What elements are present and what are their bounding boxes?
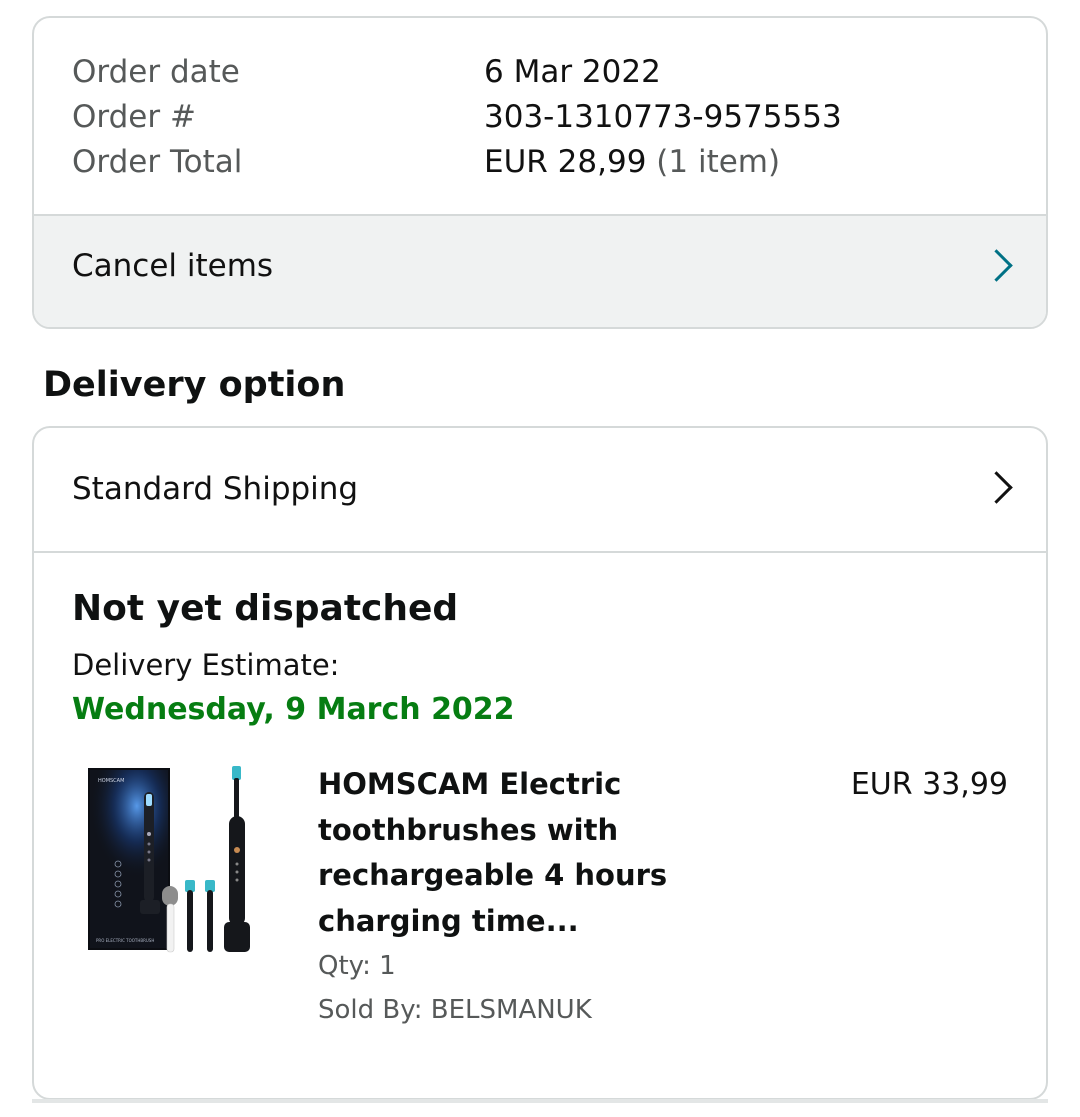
order-total-row: Order Total EUR 28,99 (1 item) <box>72 140 1026 184</box>
product-price: EUR 33,99 <box>850 767 1008 802</box>
cancel-items-label: Cancel items <box>72 248 274 284</box>
cancel-items-button[interactable]: Cancel items <box>34 214 1046 327</box>
order-total-value: EUR 28,99 (1 item) <box>484 140 780 184</box>
order-date-row: Order date 6 Mar 2022 <box>72 50 1026 94</box>
order-number-label: Order # <box>72 99 196 135</box>
product-seller: Sold By: BELSMANUK <box>318 995 592 1025</box>
chevron-right-icon <box>980 249 1013 282</box>
delivery-estimate-label: Delivery Estimate: <box>72 648 340 682</box>
product-quantity: Qty: 1 <box>318 951 396 981</box>
toothbrush-product-image[interactable]: HOMSCAM PRO ELECTRIC TOOTHBRUSH <box>86 764 258 960</box>
order-number-row: Order # 303-1310773-9575553 <box>72 95 1026 139</box>
order-summary-card: Order date 6 Mar 2022 Order # 303-131077… <box>32 16 1048 329</box>
order-number-value: 303-1310773-9575553 <box>484 99 842 135</box>
box-brand-text: HOMSCAM <box>98 778 124 784</box>
delivery-card: Standard Shipping Not yet dispatched Del… <box>32 426 1048 1100</box>
order-date-label: Order date <box>72 54 240 90</box>
bottom-divider <box>32 1099 1048 1103</box>
shipping-method-button[interactable]: Standard Shipping <box>34 428 1046 553</box>
order-details: Order date 6 Mar 2022 Order # 303-131077… <box>34 18 1046 214</box>
shipment-status: Not yet dispatched <box>72 588 459 629</box>
order-item-count: (1 item) <box>656 144 781 180</box>
box-caption-text: PRO ELECTRIC TOOTHBRUSH <box>96 938 154 943</box>
order-total-label: Order Total <box>72 144 243 180</box>
chevron-right-icon <box>980 471 1013 504</box>
delivery-estimate-date: Wednesday, 9 March 2022 <box>72 692 515 727</box>
shipping-method-label: Standard Shipping <box>72 471 359 507</box>
delivery-option-heading: Delivery option <box>43 365 346 405</box>
product-title-link[interactable]: HOMSCAM Electric toothbrushes with recha… <box>318 762 698 944</box>
order-total-amount: EUR 28,99 <box>484 144 647 180</box>
order-date-value: 6 Mar 2022 <box>484 54 661 90</box>
